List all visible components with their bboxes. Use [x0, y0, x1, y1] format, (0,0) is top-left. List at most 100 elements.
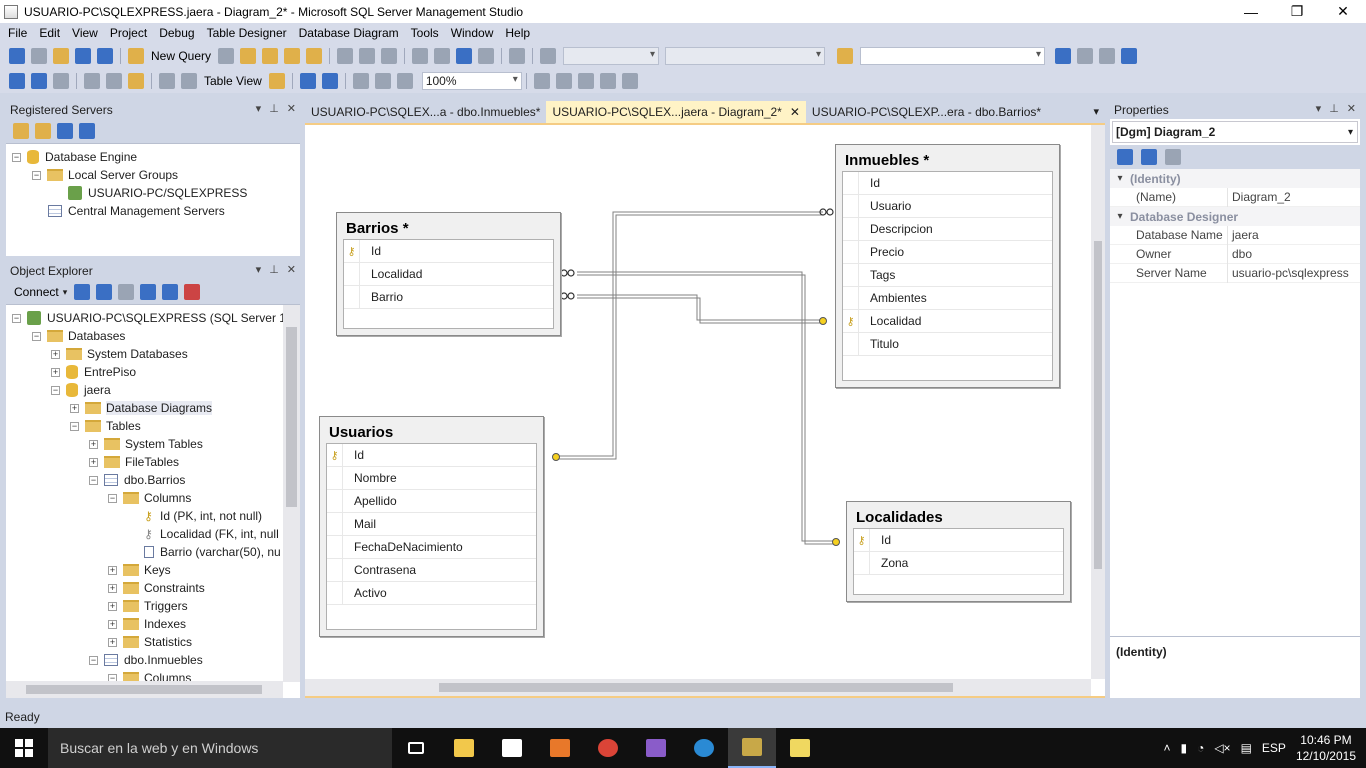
- diagram-table-localidades[interactable]: Localidades ⚷ Id Zona: [846, 501, 1071, 602]
- network-icon[interactable]: ▮: [1180, 741, 1187, 755]
- taskbar-explorer-window[interactable]: [776, 728, 824, 768]
- recalculate-page-breaks-icon[interactable]: [321, 72, 338, 89]
- tree-server[interactable]: − USUARIO-PC\SQLEXPRESS (SQL Server 12.0…: [12, 309, 300, 327]
- connect-object-explorer-icon[interactable]: [74, 284, 91, 300]
- column-row[interactable]: Descripcion: [843, 218, 1052, 241]
- object-explorer-vscrollbar[interactable]: [283, 305, 300, 682]
- restore-button[interactable]: ❐: [1274, 0, 1320, 23]
- column-row[interactable]: FechaDeNacimiento: [327, 536, 536, 559]
- tree-column-id[interactable]: ⚷ Id (PK, int, not null): [144, 507, 262, 525]
- column-row[interactable]: ⚷ Id: [344, 240, 553, 263]
- tree-column-barrio[interactable]: Barrio (varchar(50), nu: [144, 543, 281, 561]
- expand-icon[interactable]: +: [108, 637, 117, 647]
- expand-icon[interactable]: +: [108, 583, 117, 593]
- diagram-hscrollbar[interactable]: [305, 679, 1091, 696]
- analysis-services-type-icon[interactable]: [35, 123, 51, 139]
- activity-monitor-icon[interactable]: [184, 284, 201, 300]
- task-view-button[interactable]: [392, 728, 440, 768]
- menu-edit[interactable]: Edit: [33, 26, 66, 40]
- property-row-database-name[interactable]: Database Name jaera: [1110, 225, 1360, 245]
- collapse-icon[interactable]: −: [32, 170, 41, 180]
- expand-icon[interactable]: +: [51, 367, 60, 377]
- analysis-query-icon[interactable]: [240, 47, 257, 64]
- new-table-icon[interactable]: [9, 72, 25, 89]
- taskbar-ssms[interactable]: [728, 728, 776, 768]
- properties-object-selector[interactable]: [Dgm] Diagram_2: [1112, 121, 1358, 143]
- relationship-usuarios-inmuebles[interactable]: [553, 211, 823, 457]
- object-explorer-icon[interactable]: [1077, 47, 1094, 64]
- undo-icon[interactable]: [412, 47, 429, 64]
- solution-config-combo[interactable]: [563, 46, 660, 65]
- remove-from-diagram-icon[interactable]: [106, 72, 122, 89]
- tree-tables[interactable]: − Tables: [70, 417, 141, 435]
- save-all-icon[interactable]: [97, 47, 113, 64]
- tree-constraints[interactable]: + Constraints: [108, 579, 205, 597]
- refresh-icon[interactable]: [162, 284, 179, 300]
- collapse-icon[interactable]: −: [51, 385, 60, 395]
- toolbox-icon[interactable]: [1121, 47, 1138, 64]
- copy-icon[interactable]: [359, 47, 376, 64]
- manage-xml-indexes-icon[interactable]: [577, 72, 594, 89]
- new-project-icon[interactable]: [9, 47, 25, 64]
- tree-keys[interactable]: + Keys: [108, 561, 171, 579]
- diagram-vscrollbar[interactable]: [1091, 125, 1105, 679]
- diagram-table-inmuebles[interactable]: Inmuebles * Id Usuario Descripcion Preci…: [835, 144, 1060, 388]
- column-row[interactable]: Barrio: [344, 286, 553, 309]
- screenshot-icon[interactable]: [509, 47, 526, 64]
- filter-icon[interactable]: [140, 284, 157, 300]
- collapse-icon[interactable]: ▾: [1110, 173, 1130, 184]
- tree-filetables[interactable]: + FileTables: [89, 453, 179, 471]
- dmx-query-icon[interactable]: [284, 47, 301, 64]
- arrange-selection-icon[interactable]: [374, 72, 391, 89]
- column-row[interactable]: Usuario: [843, 195, 1052, 218]
- pin-icon[interactable]: ⊥: [269, 263, 279, 276]
- tree-indexes[interactable]: + Indexes: [108, 615, 186, 633]
- close-tab-icon[interactable]: ✕: [790, 105, 800, 119]
- cut-icon[interactable]: [337, 47, 354, 64]
- menu-debug[interactable]: Debug: [153, 26, 200, 40]
- minimize-button[interactable]: —: [1228, 0, 1274, 23]
- expand-icon[interactable]: +: [108, 565, 117, 575]
- show-hidden-icons-icon[interactable]: ˄: [1163, 741, 1170, 755]
- manage-indexes-icon[interactable]: [555, 72, 572, 89]
- column-row[interactable]: ⚷ Id: [854, 529, 1063, 552]
- navigate-forward-icon[interactable]: [478, 47, 495, 64]
- arrange-tables-icon[interactable]: [396, 72, 413, 89]
- property-row-owner[interactable]: Owner dbo: [1110, 244, 1360, 264]
- redo-icon[interactable]: [434, 47, 451, 64]
- tree-central-management-servers[interactable]: Central Management Servers: [48, 202, 225, 220]
- save-icon[interactable]: [75, 47, 91, 64]
- diagram-table-barrios[interactable]: Barrios * ⚷ Id Localidad Barrio: [336, 212, 561, 336]
- taskbar-visual-studio[interactable]: [632, 728, 680, 768]
- new-text-annotation-icon[interactable]: [181, 72, 197, 89]
- add-item-icon[interactable]: [31, 47, 47, 64]
- column-row[interactable]: Id: [843, 172, 1052, 195]
- expand-icon[interactable]: +: [108, 601, 117, 611]
- show-relationship-labels-icon[interactable]: [268, 72, 285, 89]
- column-row[interactable]: Contrasena: [327, 559, 536, 582]
- add-table-icon[interactable]: [31, 72, 47, 89]
- column-row[interactable]: Localidad: [344, 263, 553, 286]
- manage-check-constraints-icon[interactable]: [599, 72, 616, 89]
- start-debug-icon[interactable]: [540, 47, 557, 64]
- taskbar-media-player[interactable]: [536, 728, 584, 768]
- collapse-icon[interactable]: −: [12, 152, 21, 162]
- object-explorer-hscrollbar[interactable]: [6, 681, 283, 698]
- delete-tables-icon[interactable]: [84, 72, 100, 89]
- expand-icon[interactable]: +: [89, 439, 98, 449]
- tab-inmuebles-designer[interactable]: USUARIO-PC\SQLEX...a - dbo.Inmuebles*: [305, 101, 546, 123]
- pin-icon[interactable]: ⊥: [269, 102, 279, 115]
- disconnect-icon[interactable]: [96, 284, 113, 300]
- diagram-canvas[interactable]: Barrios * ⚷ Id Localidad Barrio Inmuebles…: [305, 123, 1105, 698]
- zoom-combo[interactable]: 100%: [421, 71, 522, 90]
- menu-table-designer[interactable]: Table Designer: [201, 26, 293, 40]
- chevron-down-icon[interactable]: ▾: [63, 287, 68, 298]
- property-pages-icon[interactable]: [1165, 149, 1181, 165]
- expand-icon[interactable]: +: [108, 619, 117, 629]
- taskbar-clock[interactable]: 10:46 PM 12/10/2015: [1296, 732, 1356, 764]
- view-page-breaks-icon[interactable]: [299, 72, 316, 89]
- taskbar-internet-explorer[interactable]: [680, 728, 728, 768]
- scroll-thumb[interactable]: [1094, 241, 1102, 569]
- taskbar-search-box[interactable]: Buscar en la web y en Windows: [48, 728, 392, 768]
- categorized-icon[interactable]: [1117, 149, 1133, 165]
